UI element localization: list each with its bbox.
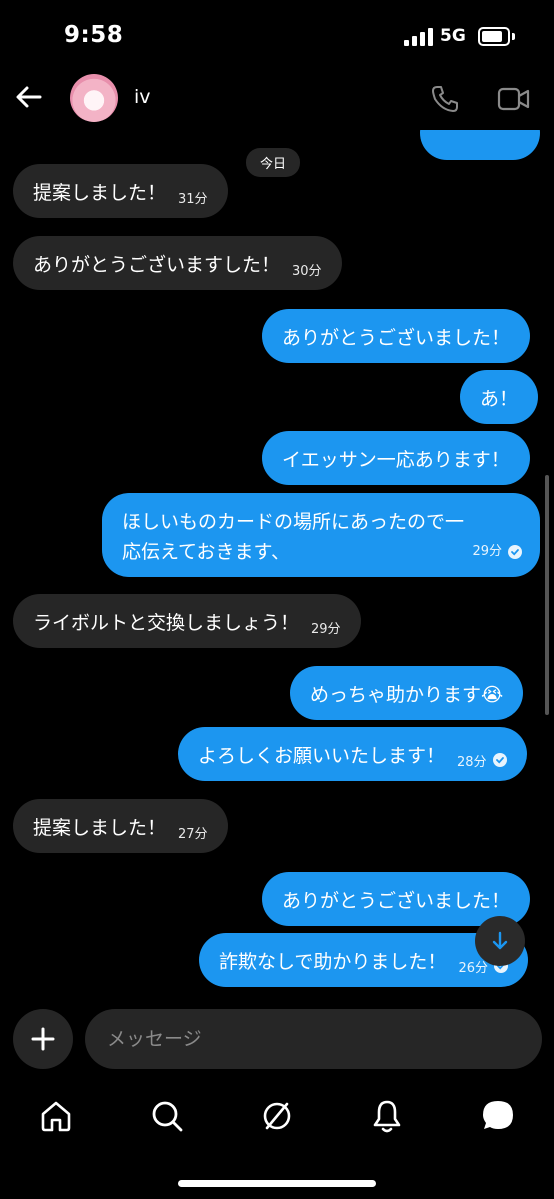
message-bubble-incoming[interactable]: ありがとうございますした！ 30分 (13, 236, 342, 290)
message-status: 29分 (472, 537, 522, 567)
bottom-nav (0, 1090, 554, 1150)
notifications-icon[interactable] (369, 1098, 405, 1134)
message-list[interactable]: 今日 提案しました！ 31分 ありがとうございますした！ 30分 ありがとうござ… (0, 130, 554, 1000)
message-time: 29分 (311, 621, 341, 637)
message-text: ありがとうございますした！ (33, 253, 281, 276)
arrow-down-icon (492, 931, 508, 950)
chat-header: iv (0, 70, 554, 130)
message-status: 28分 (457, 751, 507, 770)
message-bubble-outgoing[interactable]: よろしくお願いいたします！ 28分 (178, 727, 527, 781)
message-text: めっちゃ助かります😭 (310, 683, 504, 706)
explore-icon[interactable] (259, 1098, 295, 1134)
message-bubble-outgoing[interactable]: ほしいものカードの場所にあったので一応伝えておきます、 29分 (102, 493, 540, 577)
back-arrow-icon[interactable] (12, 80, 46, 114)
message-text: ありがとうございました！ (282, 326, 511, 349)
status-bar: 9:58 5G (0, 0, 554, 70)
message-bubble-outgoing[interactable] (420, 130, 540, 160)
message-input[interactable] (85, 1009, 542, 1069)
message-text: イエッサン一応あります！ (282, 448, 510, 471)
message-text: あ！ (480, 387, 519, 410)
messages-icon[interactable] (480, 1098, 516, 1134)
home-icon[interactable] (38, 1098, 74, 1134)
phone-icon[interactable] (430, 84, 460, 114)
avatar[interactable] (70, 74, 118, 122)
message-text: ライボルトと交換しましょう！ (33, 611, 300, 634)
message-text: ほしいものカードの場所にあったので一応伝えておきます、 (122, 511, 465, 563)
scrollbar[interactable] (545, 475, 549, 715)
message-time: 30分 (292, 263, 322, 279)
message-time: 29分 (472, 544, 502, 559)
signal-icon (404, 28, 433, 46)
message-time: 27分 (178, 826, 208, 842)
plus-icon (31, 1027, 55, 1051)
message-time: 28分 (457, 754, 487, 770)
message-time: 31分 (178, 191, 208, 207)
read-check-icon (492, 753, 507, 767)
message-bubble-incoming[interactable]: ライボルトと交換しましょう！ 29分 (13, 594, 361, 648)
message-bubble-outgoing[interactable]: ありがとうございました！ (262, 309, 531, 363)
date-divider: 今日 (246, 148, 301, 177)
contact-name[interactable]: iv (134, 86, 151, 108)
scroll-to-bottom-button[interactable] (475, 916, 525, 966)
add-attachment-button[interactable] (13, 1009, 73, 1069)
message-bubble-incoming[interactable]: 提案しました！ 31分 (13, 164, 228, 218)
status-time: 9:58 (64, 22, 124, 48)
message-text: 提案しました！ (33, 816, 167, 839)
message-text: 詐欺なしで助かりました！ (219, 950, 447, 973)
home-indicator (178, 1180, 376, 1187)
message-text: ありがとうございました！ (282, 889, 511, 912)
battery-tip (512, 33, 515, 40)
message-text: よろしくお願いいたします！ (198, 744, 446, 767)
message-bubble-outgoing[interactable]: イエッサン一応あります！ (262, 431, 530, 485)
message-bubble-incoming[interactable]: 提案しました！ 27分 (13, 799, 228, 853)
network-label: 5G (440, 26, 466, 46)
message-text: 提案しました！ (33, 181, 167, 204)
message-bubble-outgoing[interactable]: めっちゃ助かります😭 (290, 666, 524, 720)
video-call-icon[interactable] (497, 84, 531, 114)
message-bubble-outgoing[interactable]: あ！ (460, 370, 539, 424)
search-icon[interactable] (149, 1098, 185, 1134)
battery-icon (478, 27, 510, 46)
read-check-icon (508, 545, 522, 559)
